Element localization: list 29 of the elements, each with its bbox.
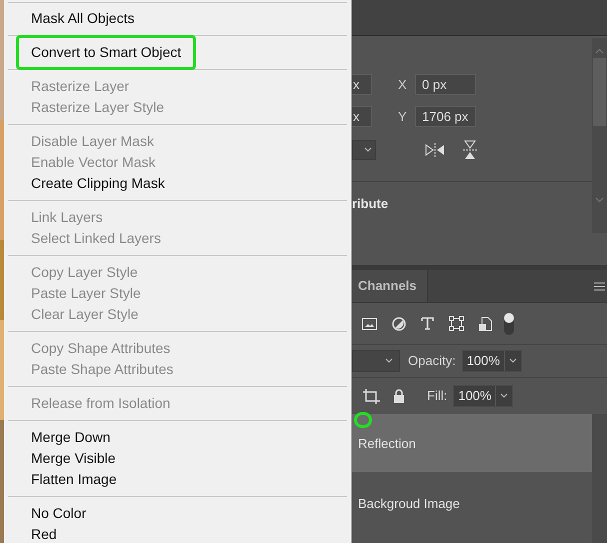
input-field[interactable]: x [352, 106, 372, 127]
input-field[interactable]: 0 px [415, 74, 476, 95]
panel-tab[interactable]: Channels [352, 270, 428, 302]
layer-name: Backgroud Image [358, 495, 460, 514]
layer-name: Reflection [358, 435, 416, 454]
menu-icon[interactable] [594, 282, 605, 290]
chevron-down-icon [385, 358, 393, 364]
crop-icon[interactable] [363, 388, 380, 404]
smart-object-icon[interactable] [479, 316, 492, 330]
toggle-icon[interactable] [503, 312, 515, 336]
flip-vertical-icon[interactable] [462, 139, 478, 161]
fill-label: Fill: [427, 387, 448, 406]
chevron-down-icon [364, 147, 372, 153]
lock-icon[interactable] [393, 389, 405, 403]
menu-item[interactable]: Convert to Smart Object [16, 35, 196, 70]
scrollbar[interactable] [592, 38, 607, 233]
half-circle-icon[interactable] [392, 316, 406, 330]
flip-horizontal-icon[interactable] [424, 142, 446, 158]
menu-item[interactable]: Mask All Objects [16, 6, 150, 31]
layer-row[interactable]: Reflection [352, 414, 592, 472]
input-field[interactable]: x [352, 74, 372, 95]
section-heading: ribute [352, 196, 388, 211]
field-label: X [398, 76, 408, 94]
transform-icon[interactable] [449, 316, 464, 331]
text-icon[interactable] [421, 317, 434, 330]
image-icon[interactable] [362, 318, 377, 330]
field-label: Y [398, 108, 408, 126]
input-field[interactable]: 1706 px [415, 106, 476, 127]
opacity-label: Opacity: [408, 352, 456, 370]
